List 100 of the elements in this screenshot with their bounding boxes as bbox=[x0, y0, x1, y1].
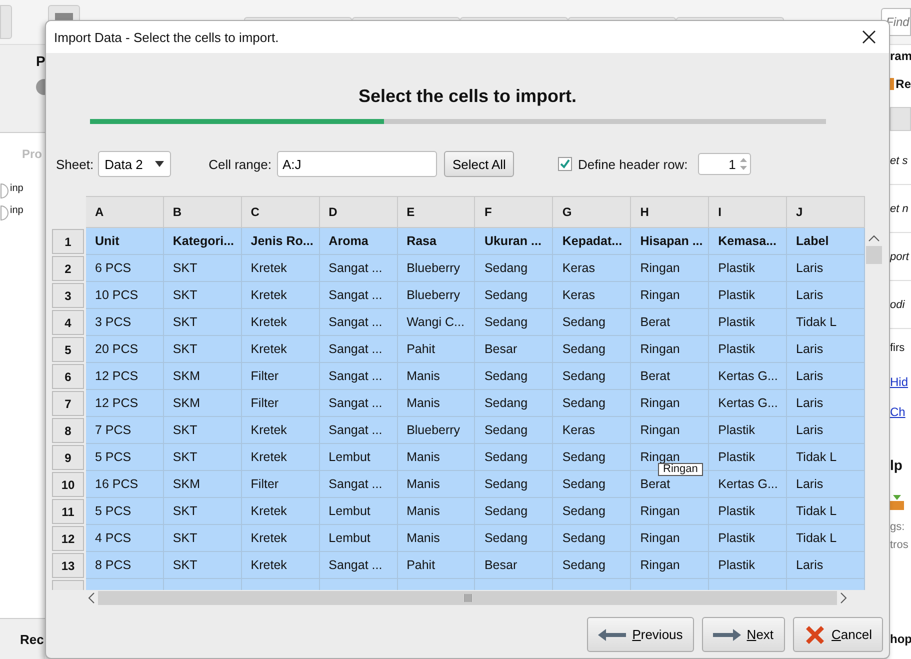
table-cell: Hisapan ... bbox=[631, 228, 710, 255]
table-cell: Pahit bbox=[398, 552, 476, 579]
table-cell: Besar bbox=[475, 336, 554, 363]
window-title: Import Data - Select the cells to import. bbox=[54, 30, 279, 44]
table-cell: Ringan bbox=[631, 390, 710, 417]
table-cell: Sedang bbox=[475, 444, 554, 471]
table-cell: Blueberry bbox=[398, 282, 476, 309]
table-cell: 7 PCS bbox=[86, 417, 164, 444]
table-cell: Sedang bbox=[553, 471, 632, 498]
table-cell: Sangat ... bbox=[320, 363, 398, 390]
table-cell: Laris bbox=[787, 255, 865, 282]
table-cell: Berat bbox=[631, 363, 710, 390]
table-cell: Keras bbox=[553, 282, 632, 309]
table-cell: Blueberry bbox=[398, 417, 476, 444]
table-cell: SKM bbox=[164, 471, 242, 498]
table-cell: 5 PCS bbox=[86, 444, 164, 471]
table-cell: SKT bbox=[164, 417, 242, 444]
table-cell: Plastik bbox=[709, 417, 788, 444]
table-cell: SKT bbox=[164, 498, 242, 525]
table-cell: Sedang bbox=[475, 525, 554, 552]
table-cell: Laris bbox=[787, 417, 865, 444]
table-cell: Berat bbox=[631, 309, 710, 336]
table-cell: Aroma bbox=[320, 228, 398, 255]
table-cell: Pahit bbox=[398, 336, 476, 363]
table-cell: Kemasa... bbox=[709, 228, 788, 255]
table-cell: Sangat ... bbox=[320, 255, 398, 282]
table-cell: 20 PCS bbox=[86, 336, 164, 363]
table-cell: Sedang bbox=[475, 309, 554, 336]
table-cell: Ringan bbox=[631, 525, 710, 552]
table-cell: Sedang bbox=[475, 282, 554, 309]
table-cell: Sedang bbox=[553, 390, 632, 417]
table-cell: Kretek bbox=[242, 282, 320, 309]
table-cell: Kertas G... bbox=[709, 390, 788, 417]
table-cell: Plastik bbox=[709, 336, 788, 363]
table-cell: 4 PCS bbox=[86, 525, 164, 552]
panel-footer: Rec bbox=[0, 618, 45, 659]
table-cell: Unit bbox=[86, 228, 164, 255]
table-cell: 6 PCS bbox=[86, 255, 164, 282]
table-cell: Manis bbox=[398, 525, 476, 552]
table-cell: Kretek bbox=[242, 255, 320, 282]
table-cell: Keras bbox=[553, 255, 632, 282]
table-cell: Manis bbox=[398, 498, 476, 525]
property-label: firs bbox=[890, 341, 906, 356]
table-cell: Ringan bbox=[631, 552, 710, 579]
table-cell: Plastik bbox=[709, 255, 788, 282]
table-cell: Filter bbox=[242, 390, 320, 417]
table-cell: SKT bbox=[164, 282, 242, 309]
table-cell: 16 PCS bbox=[86, 471, 164, 498]
table-cell: Ukuran ... bbox=[475, 228, 554, 255]
table-cell: Sedang bbox=[475, 363, 554, 390]
table-cell: Kretek bbox=[242, 552, 320, 579]
table-cell: Kretek bbox=[242, 444, 320, 471]
table-cell: Plastik bbox=[709, 444, 788, 471]
step-heading: Select the cells to import. bbox=[357, 86, 578, 107]
table-cell: Tidak L bbox=[787, 444, 865, 471]
table-cell: 8 PCS bbox=[86, 552, 164, 579]
table-cell: SKT bbox=[164, 336, 242, 363]
table-cell: Filter bbox=[242, 363, 320, 390]
panel-title: ram bbox=[890, 48, 911, 65]
table-cell: 3 PCS bbox=[86, 309, 164, 336]
table-cell: Besar bbox=[475, 552, 554, 579]
table-cell: Sedang bbox=[553, 552, 632, 579]
table-cell: SKM bbox=[164, 363, 242, 390]
table-cell: 12 PCS bbox=[86, 390, 164, 417]
table-cell: Manis bbox=[398, 363, 476, 390]
table-cell: Laris bbox=[787, 336, 865, 363]
table-cell: Laris bbox=[787, 363, 865, 390]
cell-range-label: Cell range: bbox=[208, 156, 272, 172]
table-cell: Sangat ... bbox=[320, 282, 398, 309]
table-cell: 12 PCS bbox=[86, 363, 164, 390]
table-cell: Sedang bbox=[475, 417, 554, 444]
table-cell: Kretek bbox=[242, 309, 320, 336]
table-cell: 10 PCS bbox=[86, 282, 164, 309]
table-cell: Sedang bbox=[553, 525, 632, 552]
table-cell: 5 PCS bbox=[86, 498, 164, 525]
table-cell: Sangat ... bbox=[320, 309, 398, 336]
table-cell: SKT bbox=[164, 444, 242, 471]
table-cell: Ringan bbox=[631, 417, 710, 444]
table-cell: Laris bbox=[787, 552, 865, 579]
panel-title: lp bbox=[890, 457, 904, 475]
table-cell: Manis bbox=[398, 444, 476, 471]
table-cell: Kretek bbox=[242, 417, 320, 444]
table-cell: SKT bbox=[164, 309, 242, 336]
table-cell: Sedang bbox=[553, 363, 632, 390]
port-label: inp bbox=[10, 183, 24, 194]
table-cell: Kertas G... bbox=[709, 363, 788, 390]
table-cell: SKT bbox=[164, 525, 242, 552]
table-cell: Keras bbox=[553, 417, 632, 444]
table-cell: Sangat ... bbox=[320, 336, 398, 363]
table-cell: Sedang bbox=[553, 309, 632, 336]
table-cell: Sedang bbox=[553, 336, 632, 363]
table-cell: SKM bbox=[164, 390, 242, 417]
table-cell: Laris bbox=[787, 282, 865, 309]
table-cell: Plastik bbox=[709, 309, 788, 336]
table-cell: SKT bbox=[164, 552, 242, 579]
section-label: Pro bbox=[22, 147, 44, 161]
table-cell: Wangi C... bbox=[398, 309, 476, 336]
table-cell: Tidak L bbox=[787, 498, 865, 525]
panel-title: P bbox=[36, 53, 46, 69]
table-cell: Sangat ... bbox=[320, 390, 398, 417]
